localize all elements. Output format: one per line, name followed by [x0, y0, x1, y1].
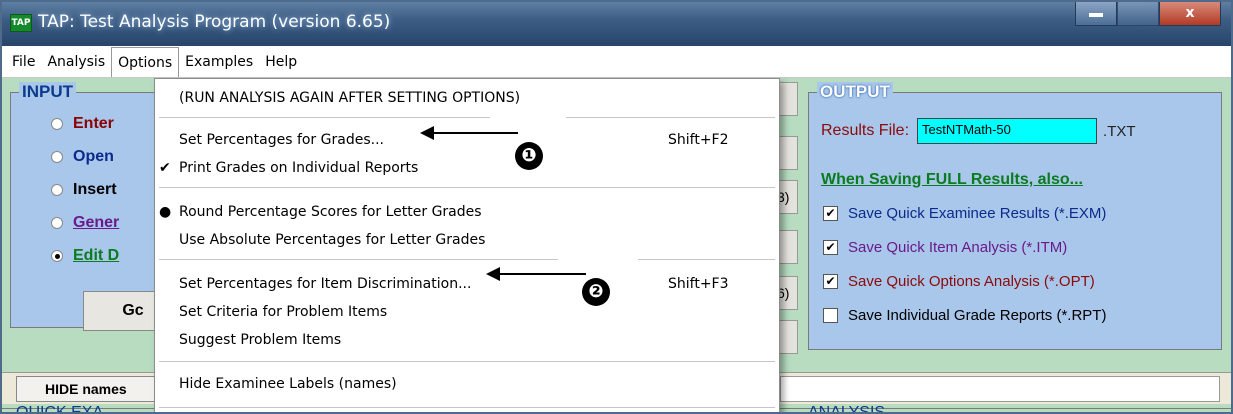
- radio-button[interactable]: [51, 184, 63, 196]
- output-group: OUTPUT Results File: TestNTMath-50 .TXT …: [808, 82, 1222, 350]
- menu-bar: File Analysis Options Examples Help: [2, 46, 1231, 78]
- radio-button[interactable]: [51, 151, 63, 163]
- callout-1-number: ❶: [515, 142, 543, 170]
- menu-help[interactable]: Help: [259, 47, 303, 77]
- checkbox-label: Save Individual Grade Reports (*.RPT): [848, 307, 1107, 324]
- output-group-label: OUTPUT: [817, 82, 893, 102]
- results-file-row: Results File: TestNTMath-50 .TXT: [821, 118, 1136, 144]
- radio-button[interactable]: [51, 118, 63, 130]
- radio-button-checked[interactable]: [51, 250, 63, 262]
- results-file-input[interactable]: TestNTMath-50: [917, 118, 1098, 144]
- checkbox-label: Save Quick Item Analysis (*.ITM): [848, 239, 1068, 256]
- checkbox-label: Save Quick Examinee Results (*.EXM): [848, 205, 1107, 222]
- menu-item-round-percentages[interactable]: ● Round Percentage Scores for Letter Gra…: [155, 201, 779, 227]
- menu-item-set-problem-criteria[interactable]: Set Criteria for Problem Items: [155, 301, 779, 327]
- radio-label: Enter: [73, 115, 114, 132]
- results-file-label: Results File:: [821, 122, 910, 139]
- menu-item-label: (RUN ANALYSIS AGAIN AFTER SETTING OPTION…: [179, 90, 521, 106]
- menu-file[interactable]: File: [6, 47, 41, 77]
- menu-item-label: Hide Examinee Labels (names): [179, 376, 397, 392]
- save-options-heading[interactable]: When Saving FULL Results, also...: [821, 171, 1083, 189]
- checkbox-save-item-analysis[interactable]: ✔ Save Quick Item Analysis (*.ITM): [823, 239, 1067, 256]
- menu-item-hide-examinee-labels[interactable]: Hide Examinee Labels (names): [155, 373, 779, 399]
- quick-examinee-label: QUICK EXA: [16, 404, 104, 414]
- close-button[interactable]: x: [1159, 2, 1221, 26]
- callout-1-line: [432, 132, 518, 134]
- menu-item-suggest-problem-items[interactable]: Suggest Problem Items: [155, 329, 779, 355]
- menu-options[interactable]: Options: [111, 46, 180, 77]
- checkbox-save-grade-reports[interactable]: Save Individual Grade Reports (*.RPT): [823, 307, 1106, 324]
- radio-insert[interactable]: Insert: [51, 181, 117, 199]
- app-icon: TAP: [10, 14, 32, 32]
- name-field[interactable]: [780, 376, 1220, 402]
- callout-2-line: [498, 273, 586, 275]
- title-bar[interactable]: TAP TAP: Test Analysis Program (version …: [2, 2, 1231, 46]
- menu-item-print-grades[interactable]: ✔ Print Grades on Individual Reports: [155, 157, 779, 183]
- radio-bullet-icon: ●: [159, 204, 172, 220]
- radio-open[interactable]: Open: [51, 148, 114, 166]
- checkbox-unchecked-icon[interactable]: [823, 308, 838, 323]
- analysis-label: ANALYSIS: [808, 404, 886, 414]
- menu-separator: [159, 187, 775, 188]
- radio-generate[interactable]: Gener: [51, 214, 119, 232]
- results-file-extension: .TXT: [1103, 122, 1136, 140]
- checkbox-checked-icon[interactable]: ✔: [823, 206, 838, 221]
- maximize-button[interactable]: [1117, 2, 1159, 26]
- checkbox-checked-icon[interactable]: ✔: [823, 274, 838, 289]
- menu-item-label: Set Criteria for Problem Items: [179, 304, 388, 320]
- menu-item-label: Use Absolute Percentages for Letter Grad…: [179, 232, 486, 248]
- window-title: TAP: Test Analysis Program (version 6.65…: [38, 12, 391, 32]
- menu-item-label: Round Percentage Scores for Letter Grade…: [179, 204, 482, 220]
- menu-item-label: Set Percentages for Grades...: [179, 132, 384, 148]
- checkmark-icon: ✔: [159, 160, 171, 176]
- callout-2-number: ❷: [582, 278, 610, 306]
- radio-enter[interactable]: Enter: [51, 115, 114, 133]
- checkbox-save-options-analysis[interactable]: ✔ Save Quick Options Analysis (*.OPT): [823, 273, 1095, 290]
- menu-item-label: Set Percentages for Item Discrimination.…: [179, 276, 472, 292]
- menu-item-shortcut: Shift+F3: [668, 276, 729, 292]
- radio-label: Open: [73, 148, 114, 165]
- menu-separator: [159, 259, 775, 260]
- options-dropdown-menu: (RUN ANALYSIS AGAIN AFTER SETTING OPTION…: [154, 78, 780, 412]
- minimize-icon: [1089, 13, 1103, 17]
- menu-separator: [159, 117, 775, 118]
- menu-examples[interactable]: Examples: [179, 47, 259, 77]
- radio-edit[interactable]: Edit D: [51, 247, 119, 265]
- menu-separator: [159, 407, 775, 408]
- menu-analysis[interactable]: Analysis: [41, 47, 111, 77]
- hide-names-button[interactable]: HIDE names: [16, 376, 156, 402]
- checkbox-label: Save Quick Options Analysis (*.OPT): [848, 273, 1095, 290]
- menu-item-set-discrimination-percentages[interactable]: Set Percentages for Item Discrimination.…: [155, 273, 779, 299]
- input-group: INPUT Enter Open Insert Gener Edit D Gc: [10, 82, 183, 331]
- minimize-button[interactable]: [1075, 2, 1117, 26]
- radio-button[interactable]: [51, 217, 63, 229]
- menu-item-label: Suggest Problem Items: [179, 332, 342, 348]
- menu-separator: [159, 361, 775, 362]
- input-group-label: INPUT: [19, 82, 76, 102]
- menu-item-absolute-percentages[interactable]: Use Absolute Percentages for Letter Grad…: [155, 229, 779, 255]
- radio-label: Insert: [73, 181, 117, 198]
- radio-label: Edit D: [73, 247, 120, 264]
- checkbox-save-examinee[interactable]: ✔ Save Quick Examinee Results (*.EXM): [823, 205, 1106, 222]
- checkbox-checked-icon[interactable]: ✔: [823, 240, 838, 255]
- menu-item-shortcut: Shift+F2: [668, 132, 729, 148]
- radio-label: Gener: [73, 214, 120, 231]
- menu-item-label: Print Grades on Individual Reports: [179, 160, 419, 176]
- menu-item-run-analysis-note: (RUN ANALYSIS AGAIN AFTER SETTING OPTION…: [155, 87, 779, 113]
- app-window: TAP TAP: Test Analysis Program (version …: [0, 0, 1233, 414]
- window-controls: x: [1075, 2, 1221, 26]
